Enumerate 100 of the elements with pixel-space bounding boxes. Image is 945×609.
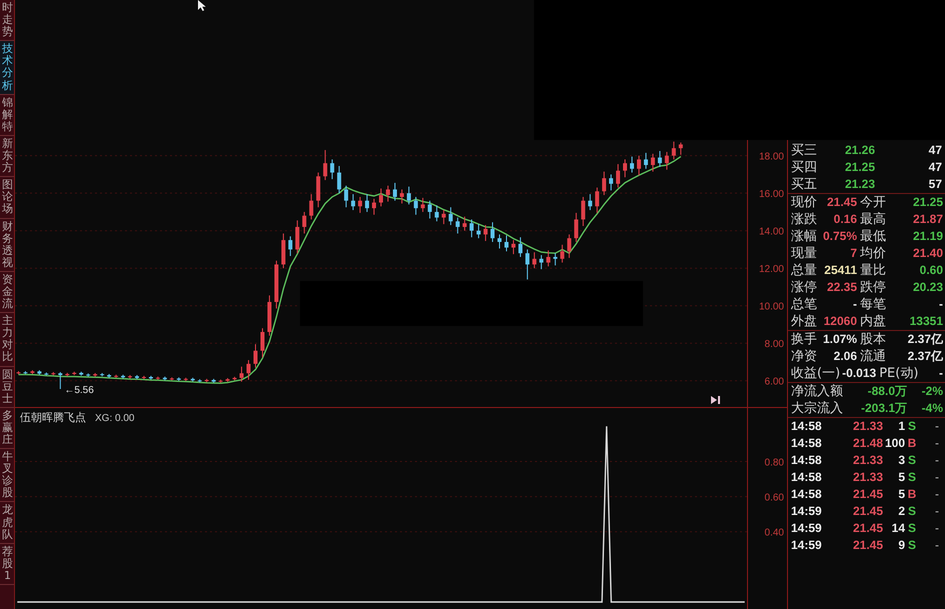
trade-time: 14:58 bbox=[791, 453, 822, 468]
quote-value: 0.60 bbox=[920, 263, 943, 278]
candlestick bbox=[504, 234, 508, 252]
candlestick bbox=[288, 236, 292, 257]
candlestick bbox=[484, 224, 488, 242]
candlestick bbox=[546, 250, 550, 267]
quote-label: 现价 bbox=[791, 194, 817, 210]
candlestick bbox=[302, 211, 306, 234]
candlestick bbox=[358, 196, 362, 214]
sidebar-tab[interactable]: 图论场 bbox=[0, 177, 14, 218]
quote-label: 涨跌 bbox=[791, 212, 817, 228]
trade-price: 21.33 bbox=[852, 419, 883, 434]
indicator-axis-label: 0.80 bbox=[764, 457, 784, 468]
low-price-marker: ←5.56 bbox=[64, 385, 94, 396]
trade-side: B bbox=[908, 436, 916, 451]
sidebar-tab[interactable]: 牛叉诊股 bbox=[0, 449, 14, 502]
trade-price: 21.45 bbox=[852, 487, 883, 502]
trade-dash: - bbox=[935, 453, 939, 468]
trade-dash: - bbox=[935, 504, 939, 519]
indicator-axis-label: 0.40 bbox=[764, 528, 784, 539]
quote-label: 换手 bbox=[791, 332, 817, 348]
candlestick bbox=[490, 222, 495, 242]
quote-label: 量比 bbox=[860, 262, 886, 278]
fund-flow-percent: -4% bbox=[922, 401, 943, 416]
bid-volume: 47 bbox=[928, 143, 942, 158]
trade-side: B bbox=[908, 487, 916, 502]
trade-price: 21.45 bbox=[852, 504, 883, 519]
candlestick bbox=[309, 194, 314, 220]
candlestick bbox=[518, 236, 522, 258]
candlestick bbox=[330, 158, 334, 180]
trade-price: 21.33 bbox=[852, 470, 883, 485]
candlestick bbox=[630, 156, 634, 174]
price-axis-label: 16.00 bbox=[758, 189, 784, 200]
candlestick bbox=[246, 360, 251, 380]
quote-value: -0.013 bbox=[842, 366, 876, 381]
fund-flow-label: 净流入额 bbox=[791, 384, 843, 400]
bid-price: 21.23 bbox=[844, 177, 875, 192]
trade-volume: 2 bbox=[898, 504, 905, 519]
candlestick bbox=[420, 197, 425, 212]
sidebar-tab[interactable]: 圆豆士 bbox=[0, 366, 14, 408]
candlestick bbox=[448, 206, 453, 226]
sidebar-tab[interactable]: 锦解特 bbox=[0, 94, 14, 136]
quote-label: 最低 bbox=[860, 228, 886, 244]
quote-label: 跌停 bbox=[860, 280, 886, 296]
sidebar-tab[interactable]: 财务透视 bbox=[0, 218, 14, 272]
bid-level-label: 买五 bbox=[791, 176, 818, 192]
quote-label: 均价 bbox=[860, 246, 886, 262]
quote-label: 内盘 bbox=[860, 314, 886, 330]
candlestick bbox=[344, 185, 348, 208]
candlestick bbox=[539, 254, 544, 270]
indicator-reading: XG: 0.00 bbox=[95, 413, 134, 424]
quote-value: 21.25 bbox=[912, 195, 943, 210]
candlestick bbox=[644, 152, 648, 170]
candlestick bbox=[434, 204, 439, 222]
candlestick bbox=[428, 200, 432, 220]
trade-dash: - bbox=[935, 521, 939, 536]
trade-side: S bbox=[908, 504, 916, 519]
trade-time: 14:58 bbox=[791, 487, 822, 502]
trade-side: S bbox=[908, 419, 916, 434]
quote-label: 股本 bbox=[860, 332, 886, 348]
quote-label: 涨幅 bbox=[791, 228, 817, 244]
quote-label: 净资 bbox=[791, 348, 817, 364]
candlestick bbox=[616, 164, 620, 188]
bid-price: 21.26 bbox=[844, 143, 875, 158]
sidebar-tab[interactable]: 龙虎队 bbox=[0, 502, 14, 544]
candlestick bbox=[462, 216, 467, 232]
sidebar-tab[interactable]: 多赢庄 bbox=[0, 408, 14, 450]
trade-time: 14:58 bbox=[791, 470, 822, 485]
candlestick bbox=[414, 196, 418, 216]
bid-volume: 47 bbox=[928, 160, 942, 175]
trade-side: S bbox=[908, 470, 916, 485]
candlestick bbox=[595, 187, 600, 214]
fund-flow-value: -203.1万 bbox=[860, 401, 907, 416]
price-axis-label: 10.00 bbox=[758, 302, 784, 313]
trade-time: 14:59 bbox=[791, 538, 822, 553]
price-axis-label: 14.00 bbox=[758, 226, 784, 238]
sidebar-tab[interactable]: 资金流 bbox=[0, 272, 14, 314]
sidebar-tab[interactable]: 主力对比 bbox=[0, 313, 14, 367]
candlestick bbox=[442, 210, 446, 225]
candlestick bbox=[658, 150, 662, 168]
sidebar-tab[interactable]: 新东方 bbox=[0, 136, 14, 178]
candlestick bbox=[636, 155, 641, 176]
sidebar-tab[interactable]: 荐股1 bbox=[0, 544, 14, 586]
candlestick bbox=[337, 165, 342, 194]
quote-value: 22.35 bbox=[826, 280, 857, 295]
fund-flow-value: -88.0万 bbox=[868, 384, 907, 399]
price-axis-label: 12.00 bbox=[758, 264, 784, 276]
candlestick bbox=[525, 248, 530, 280]
sidebar-tab[interactable]: 时走势 bbox=[0, 0, 14, 42]
candlestick bbox=[664, 151, 669, 170]
trade-dash: - bbox=[935, 419, 939, 434]
trade-volume: 5 bbox=[898, 487, 905, 502]
indicator-name: 伍朝晖腾飞点 bbox=[20, 411, 86, 424]
quote-value: 2.37亿 bbox=[908, 332, 943, 347]
candlestick bbox=[574, 212, 578, 242]
quote-label: 收益(一) bbox=[791, 366, 840, 382]
sidebar-tab[interactable]: 技术分析 bbox=[0, 41, 14, 95]
candlestick bbox=[58, 372, 62, 390]
arrow-icon[interactable] bbox=[711, 396, 720, 404]
quote-label: 总笔 bbox=[791, 296, 817, 312]
